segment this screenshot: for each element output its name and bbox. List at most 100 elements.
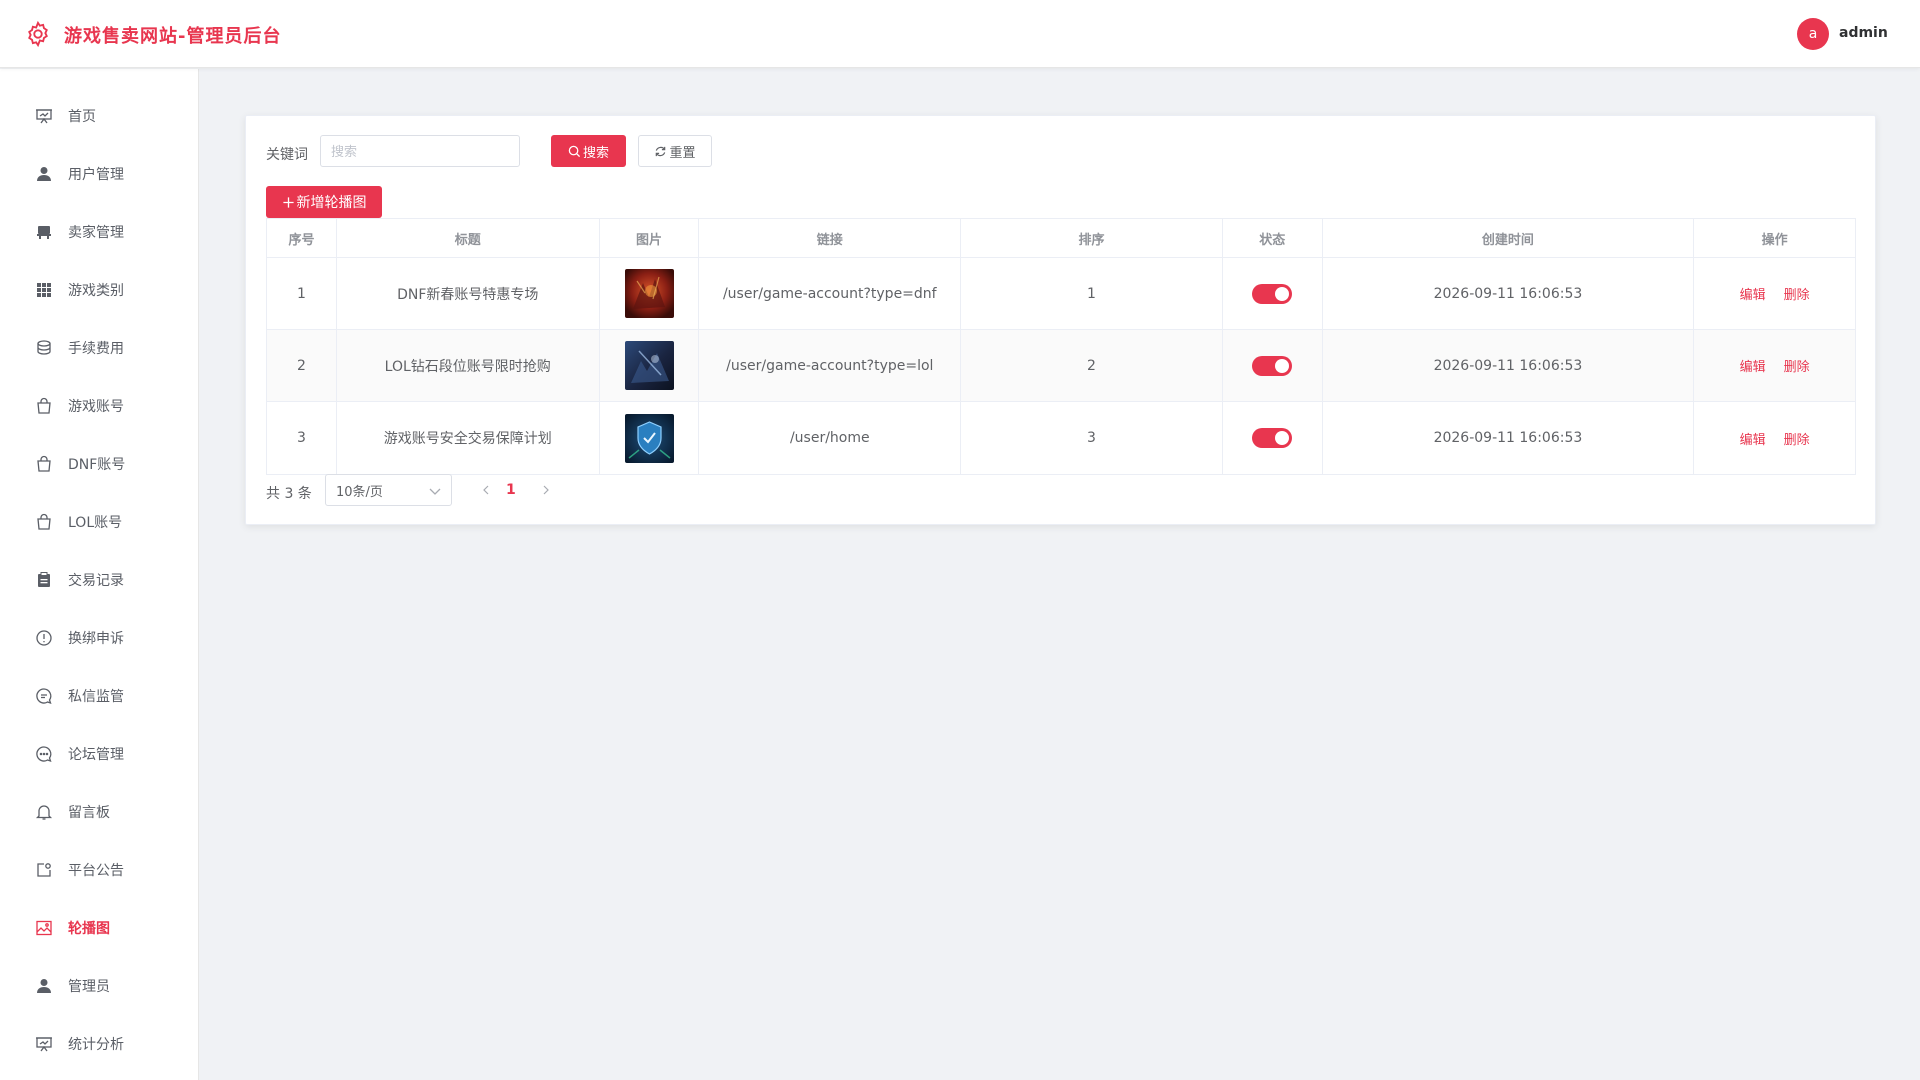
table-header: 序号 标题 图片 链接 排序 状态 创建时间 操作 bbox=[267, 219, 1855, 258]
delete-button[interactable]: 删除 bbox=[1784, 429, 1810, 448]
sidebar-item-dnf-accounts[interactable]: DNF账号 bbox=[0, 435, 199, 493]
page-size-value: 10条/页 bbox=[336, 484, 383, 500]
sidebar-item-lol-accounts[interactable]: LOL账号 bbox=[0, 493, 199, 551]
sidebar-item-transactions[interactable]: 交易记录 bbox=[0, 551, 199, 609]
status-toggle[interactable] bbox=[1252, 428, 1293, 448]
clipboard-icon bbox=[35, 571, 53, 589]
sidebar-item-label: 统计分析 bbox=[68, 1037, 124, 1053]
sidebar-item-label: 平台公告 bbox=[68, 863, 124, 879]
carousel-table: 序号 标题 图片 链接 排序 状态 创建时间 操作 1 DNF新春账号特惠专场 bbox=[266, 218, 1856, 475]
reset-button-label: 重置 bbox=[669, 144, 696, 160]
sidebar: 首页 用户管理 卖家管理 游戏类别 手续费用 游戏账号 DNF账号 LOL账号 … bbox=[0, 69, 199, 1080]
sidebar-item-label: 用户管理 bbox=[68, 167, 124, 183]
dnf-banner-thumbnail[interactable] bbox=[624, 269, 674, 318]
sidebar-item-forum[interactable]: 论坛管理 bbox=[0, 725, 199, 783]
row-index: 2 bbox=[267, 330, 337, 401]
sidebar-item-statistics[interactable]: 统计分析 bbox=[0, 1015, 199, 1073]
search-button[interactable]: 搜索 bbox=[551, 135, 626, 167]
sidebar-item-game-accounts[interactable]: 游戏账号 bbox=[0, 377, 199, 435]
add-carousel-button[interactable]: 新增轮播图 bbox=[266, 186, 382, 218]
sidebar-item-label: 论坛管理 bbox=[68, 747, 124, 763]
toggle-knob bbox=[1275, 286, 1290, 301]
coins-icon bbox=[35, 339, 53, 357]
plus-icon bbox=[282, 196, 294, 208]
pagination-total: 共 3 条 bbox=[266, 486, 312, 502]
sidebar-item-label: 轮播图 bbox=[68, 921, 110, 937]
header-sort: 排序 bbox=[961, 219, 1223, 257]
sidebar-item-home[interactable]: 首页 bbox=[0, 87, 199, 145]
row-index: 3 bbox=[267, 402, 337, 474]
header-link: 链接 bbox=[699, 219, 962, 257]
search-input[interactable] bbox=[320, 135, 520, 167]
username[interactable]: admin bbox=[1839, 25, 1888, 41]
sidebar-item-fees[interactable]: 手续费用 bbox=[0, 319, 199, 377]
user-icon bbox=[35, 165, 53, 183]
sidebar-item-messages[interactable]: 私信监管 bbox=[0, 667, 199, 725]
header-status: 状态 bbox=[1223, 219, 1323, 257]
reset-button[interactable]: 重置 bbox=[638, 135, 712, 167]
status-toggle[interactable] bbox=[1252, 283, 1293, 304]
edit-button[interactable]: 编辑 bbox=[1740, 356, 1766, 375]
sidebar-item-announcements[interactable]: 平台公告 bbox=[0, 841, 199, 899]
sidebar-item-label: 游戏账号 bbox=[68, 399, 124, 415]
picture-icon bbox=[35, 919, 53, 937]
row-created: 2026-09-11 16:06:53 bbox=[1323, 258, 1695, 329]
row-link: /user/game-account?type=dnf bbox=[699, 258, 962, 329]
sidebar-item-carousel[interactable]: 轮播图 bbox=[0, 899, 199, 957]
sidebar-item-label: DNF账号 bbox=[68, 457, 126, 473]
sidebar-item-label: 手续费用 bbox=[68, 341, 124, 357]
avatar[interactable]: a bbox=[1797, 18, 1829, 50]
warning-circle-icon bbox=[35, 629, 53, 647]
chevron-left-icon bbox=[483, 485, 489, 495]
presentation-icon bbox=[35, 107, 53, 125]
sidebar-item-users[interactable]: 用户管理 bbox=[0, 145, 199, 203]
sidebar-item-admins[interactable]: 管理员 bbox=[0, 957, 199, 1015]
page-size-select[interactable]: 10条/页 bbox=[325, 474, 452, 506]
row-created: 2026-09-11 16:06:53 bbox=[1323, 402, 1695, 474]
row-link: /user/home bbox=[699, 402, 962, 474]
header-title: 标题 bbox=[337, 219, 600, 257]
prev-page-button[interactable] bbox=[476, 479, 496, 501]
keyword-label: 关键词 bbox=[266, 147, 308, 163]
carousel-card: 关键词 搜索 重置 新增轮播图 序号 标题 图片 链接 排序 状态 创建时间 操… bbox=[245, 115, 1876, 525]
app-title: 游戏售卖网站-管理员后台 bbox=[64, 26, 282, 47]
search-button-label: 搜索 bbox=[582, 144, 609, 160]
header-image: 图片 bbox=[600, 219, 700, 257]
sidebar-item-label: 私信监管 bbox=[68, 689, 124, 705]
chat-dots-icon bbox=[35, 745, 53, 763]
sidebar-item-sellers[interactable]: 卖家管理 bbox=[0, 203, 199, 261]
sidebar-item-game-categories[interactable]: 游戏类别 bbox=[0, 261, 199, 319]
shopping-bag-icon bbox=[35, 397, 53, 415]
edit-button[interactable]: 编辑 bbox=[1740, 284, 1766, 303]
toggle-knob bbox=[1275, 431, 1290, 445]
notice-icon bbox=[35, 861, 53, 879]
search-icon bbox=[568, 145, 581, 157]
delete-button[interactable]: 删除 bbox=[1784, 356, 1810, 375]
row-title: DNF新春账号特惠专场 bbox=[337, 258, 600, 329]
lol-banner-thumbnail[interactable] bbox=[624, 341, 674, 390]
row-title: 游戏账号安全交易保障计划 bbox=[337, 402, 600, 474]
next-page-button[interactable] bbox=[536, 479, 556, 501]
add-button-label: 新增轮播图 bbox=[296, 194, 367, 210]
presentation-icon bbox=[35, 1035, 53, 1053]
delete-button[interactable]: 删除 bbox=[1784, 284, 1810, 303]
sidebar-item-appeals[interactable]: 换绑申诉 bbox=[0, 609, 199, 667]
row-created: 2026-09-11 16:06:53 bbox=[1323, 330, 1695, 401]
header-actions: 操作 bbox=[1761, 232, 1788, 248]
security-shield-thumbnail[interactable] bbox=[624, 413, 674, 463]
shopping-bag-icon bbox=[35, 455, 53, 473]
shopping-bag-icon bbox=[35, 513, 53, 531]
table-row: 1 DNF新春账号特惠专场 /user/game-account?type=dn… bbox=[267, 258, 1855, 330]
gear-icon bbox=[28, 20, 48, 48]
row-sort: 2 bbox=[961, 330, 1223, 401]
user-icon bbox=[35, 977, 53, 995]
sidebar-item-label: 卖家管理 bbox=[68, 225, 124, 241]
status-toggle[interactable] bbox=[1252, 355, 1293, 376]
chevron-down-icon bbox=[429, 488, 441, 495]
edit-button[interactable]: 编辑 bbox=[1740, 429, 1766, 448]
top-header: 游戏售卖网站-管理员后台 a admin bbox=[0, 0, 1920, 68]
sidebar-item-label: 换绑申诉 bbox=[68, 631, 124, 647]
page-number-current[interactable]: 1 bbox=[506, 482, 516, 498]
sidebar-item-label: 管理员 bbox=[68, 979, 110, 995]
sidebar-item-guestbook[interactable]: 留言板 bbox=[0, 783, 199, 841]
